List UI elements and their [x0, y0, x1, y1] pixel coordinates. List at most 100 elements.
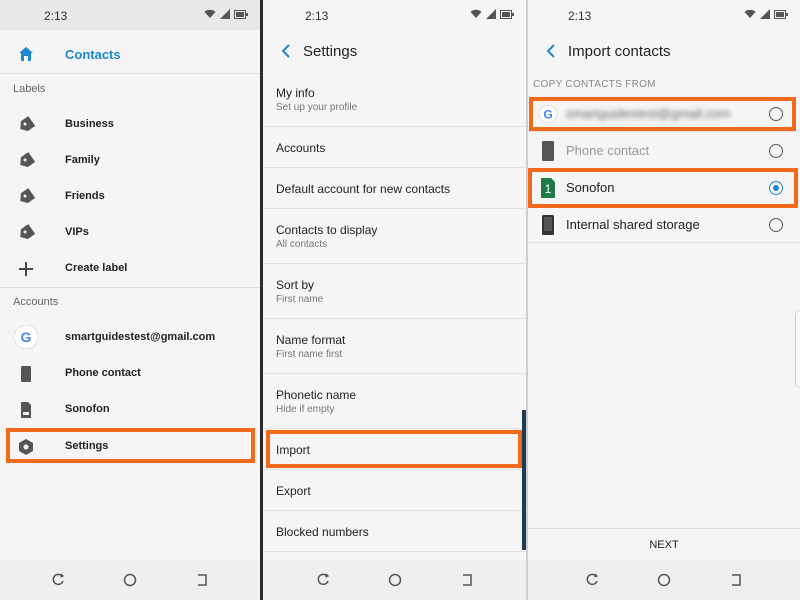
- import-header: Import contacts: [528, 36, 800, 68]
- row-title: Contacts to display: [276, 223, 378, 237]
- next-button[interactable]: NEXT: [528, 539, 800, 551]
- accounts-section-header: Accounts: [13, 296, 59, 308]
- row-title: Export: [276, 484, 311, 498]
- drawer-item-label: Business: [65, 118, 114, 130]
- row-subtitle: Hide if empty: [276, 404, 335, 415]
- contacts-drawer-panel: 2:13 Contacts Labels Business Family Fri…: [0, 0, 260, 600]
- nav-bar: [528, 560, 800, 600]
- status-bar: 2:13: [528, 0, 800, 30]
- drawer-account-sonofon[interactable]: Sonofon: [0, 391, 260, 427]
- drawer-account-phone[interactable]: Phone contact: [0, 355, 260, 391]
- battery-icon: [234, 9, 248, 19]
- highlight-box-sonofon: [528, 168, 798, 208]
- label-tag-icon: [20, 224, 35, 240]
- label-tag-icon: [20, 116, 35, 132]
- nav-bar: [263, 560, 526, 600]
- labels-section-header: Labels: [13, 83, 46, 95]
- home-button-icon[interactable]: [123, 573, 137, 587]
- signal-icon: [220, 9, 230, 19]
- row-subtitle: All contacts: [276, 239, 328, 250]
- settings-row-blocked-numbers[interactable]: Blocked numbers: [263, 511, 526, 552]
- battery-icon: [500, 9, 514, 19]
- phone-icon: [542, 141, 554, 161]
- back-arrow-icon[interactable]: [544, 43, 558, 59]
- screenshot-collage: 2:13 Contacts Labels Business Family Fri…: [0, 0, 800, 600]
- drawer-item-vips[interactable]: VIPs: [0, 214, 260, 250]
- highlight-box-import: [266, 430, 522, 468]
- recent-apps-icon[interactable]: [316, 573, 330, 587]
- signal-icon: [486, 9, 496, 19]
- recent-apps-icon[interactable]: [51, 573, 65, 587]
- wifi-icon: [470, 9, 482, 18]
- drawer-item-business[interactable]: Business: [0, 106, 260, 142]
- edge-panel-handle[interactable]: [795, 310, 800, 388]
- row-title: Phonetic name: [276, 388, 357, 402]
- settings-header: Settings: [263, 36, 526, 68]
- wifi-icon: [204, 9, 216, 18]
- row-title: Accounts: [276, 141, 326, 155]
- import-source-storage[interactable]: Internal shared storage: [528, 207, 800, 243]
- row-title: My info: [276, 86, 315, 100]
- settings-row-accounts[interactable]: Accounts: [263, 127, 526, 168]
- status-bar: 2:13: [0, 0, 260, 30]
- settings-row-export[interactable]: Export: [263, 470, 526, 511]
- status-time: 2:13: [568, 9, 592, 23]
- settings-row-my-info[interactable]: My info Set up your profile: [263, 72, 526, 127]
- drawer-item-label: Sonofon: [65, 403, 110, 415]
- settings-panel: 2:13 Settings My info Set up your profil…: [263, 0, 526, 600]
- bottom-action-bar: NEXT: [528, 528, 800, 560]
- signal-icon: [760, 9, 770, 19]
- row-title: Sort by: [276, 278, 315, 292]
- row-title: Blocked numbers: [276, 525, 369, 539]
- drawer-item-label: Family: [65, 154, 100, 166]
- recent-apps-icon[interactable]: [585, 573, 599, 587]
- settings-row-phonetic-name[interactable]: Phonetic name Hide if empty: [263, 374, 526, 429]
- back-arrow-icon[interactable]: [279, 43, 293, 59]
- status-icons: [744, 9, 788, 19]
- status-icons: [204, 9, 248, 19]
- create-label-button[interactable]: Create label: [0, 250, 260, 286]
- row-subtitle: Set up your profile: [276, 102, 358, 113]
- import-contacts-panel: 2:13 Import contacts COPY CONTACTS FROM …: [528, 0, 800, 600]
- row-subtitle: First name first: [276, 349, 343, 360]
- import-source-phone[interactable]: Phone contact: [528, 133, 800, 169]
- home-button-icon[interactable]: [388, 573, 402, 587]
- back-button-icon[interactable]: [195, 573, 209, 587]
- settings-row-sort-by[interactable]: Sort by First name: [263, 264, 526, 319]
- highlight-box-settings: [6, 428, 255, 463]
- divider: [0, 287, 260, 288]
- settings-row-default-account[interactable]: Default account for new contacts: [263, 168, 526, 209]
- drawer-item-label: smartguidestest@gmail.com: [65, 331, 216, 343]
- label-tag-icon: [20, 188, 35, 204]
- source-label: Phone contact: [566, 143, 650, 158]
- drawer-item-family[interactable]: Family: [0, 142, 260, 178]
- home-icon: [19, 47, 33, 61]
- google-icon: G: [14, 325, 38, 349]
- radio-button[interactable]: [769, 218, 783, 232]
- row-title: Name format: [276, 333, 346, 347]
- create-label-text: Create label: [65, 262, 128, 274]
- settings-row-contacts-to-display[interactable]: Contacts to display All contacts: [263, 209, 526, 264]
- back-button-icon[interactable]: [460, 573, 474, 587]
- status-bar: 2:13: [263, 0, 526, 30]
- storage-icon: [542, 215, 554, 235]
- drawer-item-friends[interactable]: Friends: [0, 178, 260, 214]
- home-button-icon[interactable]: [657, 573, 671, 587]
- status-time: 2:13: [305, 9, 329, 23]
- back-button-icon[interactable]: [729, 573, 743, 587]
- drawer-item-label: VIPs: [65, 226, 89, 238]
- drawer-header[interactable]: Contacts: [0, 36, 260, 74]
- page-title: Settings: [303, 43, 358, 60]
- status-time: 2:13: [44, 9, 68, 23]
- settings-row-name-format[interactable]: Name format First name first: [263, 319, 526, 374]
- radio-button[interactable]: [769, 144, 783, 158]
- sim-card-icon: [21, 402, 31, 418]
- phone-icon: [21, 366, 31, 382]
- drawer-account-google[interactable]: G smartguidestest@gmail.com: [0, 319, 260, 355]
- status-icons: [470, 9, 514, 19]
- copy-from-label: COPY CONTACTS FROM: [533, 79, 656, 90]
- nav-bar: [0, 560, 260, 600]
- source-label: Internal shared storage: [566, 217, 700, 232]
- row-subtitle: First name: [276, 294, 324, 305]
- highlight-box-google: [529, 97, 796, 131]
